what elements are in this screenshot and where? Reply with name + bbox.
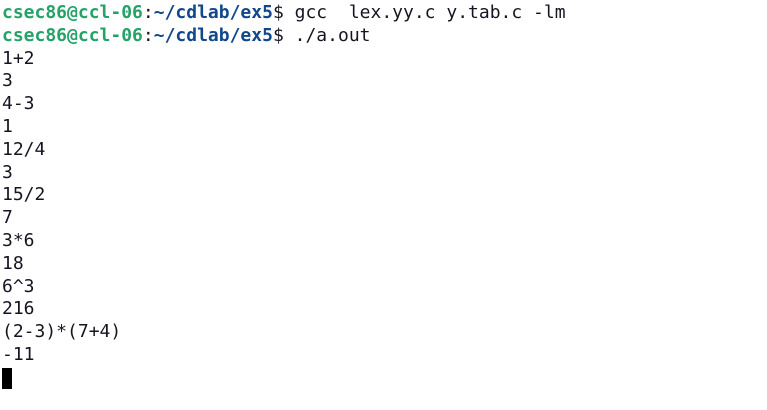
terminal-window[interactable]: csec86@ccl-06:~/cdlab/ex5$ gcc lex.yy.c … [0,0,767,410]
output-line: -11 [2,343,35,365]
prompt-separator: : [142,24,154,46]
output-line: (2-3)*(7+4) [2,321,122,343]
output-line: 15/2 [2,184,46,206]
output-line: 3 [2,161,13,183]
prompt-user-host: csec86@ccl-06 [2,24,143,46]
prompt-path: ~/cdlab/ex5 [153,2,273,23]
output-line: 7 [2,207,13,229]
text-cursor [2,367,12,389]
output-line: 6^3 [2,275,35,297]
prompt-symbol: $ [272,2,284,23]
output-line: 18 [2,252,24,274]
prompt-user-host: csec86@ccl-06 [2,2,143,23]
prompt-separator: : [142,2,154,23]
output-line: 216 [2,298,35,320]
prompt-path: ~/cdlab/ex5 [153,24,273,46]
output-line: 1 [2,115,13,137]
output-line: 4-3 [2,93,35,115]
output-line: 3 [2,70,13,92]
output-line: 1+2 [2,47,35,69]
input-line[interactable] [2,367,767,390]
prompt-symbol: $ [272,24,284,46]
prompt-line-compile: csec86@ccl-06:~/cdlab/ex5$ gcc lex.yy.c … [2,2,767,25]
output-line: 3*6 [2,229,35,251]
prompt-line-run: csec86@ccl-06:~/cdlab/ex5$ ./a.out [2,25,767,48]
output-line: 12/4 [2,138,46,160]
command-text: gcc lex.yy.c y.tab.c -lm [283,2,566,23]
command-text: ./a.out [283,24,371,46]
